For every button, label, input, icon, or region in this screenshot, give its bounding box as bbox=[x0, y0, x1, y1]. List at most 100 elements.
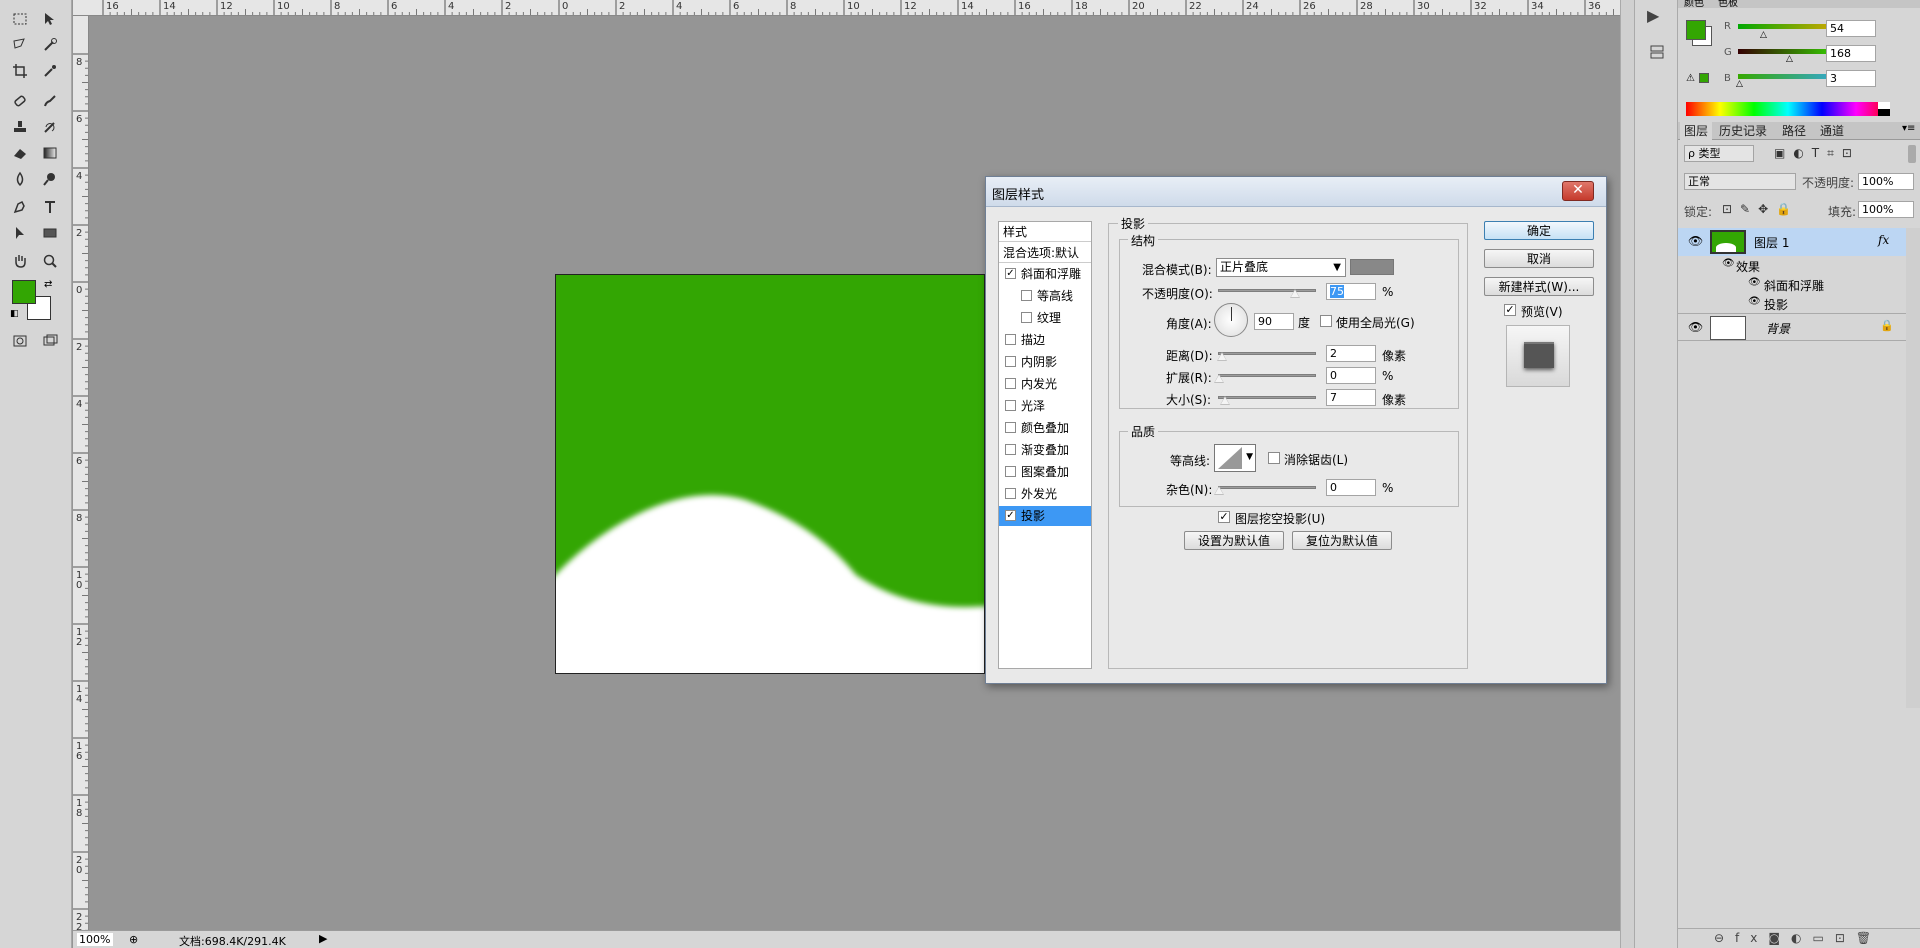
tab-color[interactable]: 颜色 bbox=[1684, 0, 1704, 9]
dialog-titlebar[interactable]: 图层样式 ✕ bbox=[986, 177, 1606, 207]
close-icon[interactable]: ✕ bbox=[1562, 181, 1594, 201]
effects-eye-icon[interactable]: 👁 bbox=[1722, 258, 1735, 269]
tab-paths[interactable]: 路径 bbox=[1778, 122, 1810, 140]
blend-options-default[interactable]: 混合选项:默认 bbox=[999, 243, 1091, 263]
color-spectrum[interactable] bbox=[1686, 102, 1890, 116]
style-item-checkbox[interactable] bbox=[1005, 400, 1016, 411]
layer-1-name[interactable]: 图层 1 bbox=[1754, 234, 1789, 251]
style-item[interactable]: ✓ 斜面和浮雕 bbox=[999, 264, 1091, 284]
path-select-icon[interactable] bbox=[8, 222, 32, 244]
size-slider[interactable] bbox=[1218, 396, 1316, 399]
style-item[interactable]: 渐变叠加 bbox=[999, 440, 1091, 460]
distance-thumb[interactable] bbox=[1217, 352, 1227, 361]
global-light-checkbox[interactable] bbox=[1320, 315, 1332, 327]
distance-input[interactable]: 2 bbox=[1326, 345, 1376, 362]
shadow-color-swatch[interactable] bbox=[1350, 259, 1394, 275]
noise-thumb[interactable] bbox=[1214, 486, 1224, 495]
preview-checkbox[interactable]: ✓ bbox=[1504, 304, 1516, 316]
history-brush-icon[interactable] bbox=[38, 116, 62, 138]
style-item[interactable]: 颜色叠加 bbox=[999, 418, 1091, 438]
layers-scrollbar[interactable] bbox=[1906, 228, 1920, 708]
brush-tool-icon[interactable] bbox=[38, 90, 62, 112]
pen-tool-icon[interactable] bbox=[8, 196, 32, 218]
set-default-button[interactable]: 设置为默认值 bbox=[1184, 531, 1284, 550]
swap-colors-icon[interactable]: ⇄ bbox=[44, 279, 52, 290]
status-arrow-icon[interactable]: ▶ bbox=[319, 932, 327, 945]
cancel-button[interactable]: 取消 bbox=[1484, 249, 1594, 268]
tab-layers[interactable]: 图层 bbox=[1680, 122, 1713, 140]
noise-input[interactable]: 0 bbox=[1326, 479, 1376, 496]
blend-mode-select[interactable]: 正常 bbox=[1684, 173, 1796, 190]
dodge-tool-icon[interactable] bbox=[38, 168, 62, 190]
global-light-label[interactable]: 使用全局光(G) bbox=[1336, 314, 1415, 331]
lock-icons[interactable]: ⊡✎✥🔒 bbox=[1722, 202, 1799, 216]
contour-picker[interactable]: ▼ bbox=[1214, 444, 1256, 472]
layer-row-background[interactable]: 👁 背景 🔒 bbox=[1678, 313, 1906, 341]
styles-header[interactable]: 样式 bbox=[999, 222, 1091, 242]
gradient-tool-icon[interactable] bbox=[38, 142, 62, 164]
document-canvas[interactable] bbox=[555, 274, 985, 674]
layer-opacity-input[interactable]: 100% bbox=[1858, 173, 1914, 190]
knockout-label[interactable]: 图层挖空投影(U) bbox=[1235, 510, 1325, 527]
layers-bottom-bar[interactable]: ⊖fx◙◐▭⊡🗑 bbox=[1678, 928, 1920, 948]
style-item-checkbox[interactable] bbox=[1021, 290, 1032, 301]
visibility-eye-icon[interactable]: 👁 bbox=[1688, 234, 1703, 248]
size-input[interactable]: 7 bbox=[1326, 389, 1376, 406]
style-item-checkbox[interactable] bbox=[1005, 334, 1016, 345]
ok-button[interactable]: 确定 bbox=[1484, 221, 1594, 240]
panel-menu-icon[interactable]: ▾≡ bbox=[1902, 123, 1915, 134]
clone-stamp-icon[interactable] bbox=[8, 116, 32, 138]
style-item-checkbox[interactable]: ✓ bbox=[1005, 268, 1016, 279]
tab-history[interactable]: 历史记录 bbox=[1715, 122, 1771, 140]
foreground-color-swatch-front[interactable] bbox=[12, 280, 36, 304]
type-tool-icon[interactable] bbox=[38, 196, 62, 218]
style-item-checkbox[interactable] bbox=[1005, 422, 1016, 433]
blur-tool-icon[interactable] bbox=[8, 168, 32, 190]
spread-input[interactable]: 0 bbox=[1326, 367, 1376, 384]
effect1-eye-icon[interactable]: 👁 bbox=[1748, 277, 1761, 288]
bg-visibility-eye-icon[interactable]: 👁 bbox=[1688, 320, 1703, 334]
warning-icon[interactable]: ⚠ bbox=[1686, 73, 1695, 84]
antialias-checkbox[interactable] bbox=[1268, 452, 1280, 464]
eraser-tool-icon[interactable] bbox=[8, 142, 32, 164]
style-item[interactable]: 图案叠加 bbox=[999, 462, 1091, 482]
screen-mode-icon[interactable] bbox=[38, 330, 62, 352]
hand-tool-icon[interactable] bbox=[8, 250, 32, 272]
tool-presets-icon[interactable] bbox=[1649, 44, 1665, 60]
shadow-blend-select[interactable]: 正片叠底 ▼ bbox=[1216, 258, 1346, 277]
background-layer-name[interactable]: 背景 bbox=[1766, 320, 1790, 337]
preview-label[interactable]: 预览(V) bbox=[1521, 303, 1563, 320]
size-thumb[interactable] bbox=[1220, 396, 1230, 405]
rectangle-tool-icon[interactable] bbox=[38, 222, 62, 244]
lasso-tool-icon[interactable] bbox=[8, 34, 32, 56]
style-item[interactable]: ✓ 投影 bbox=[999, 506, 1091, 526]
magic-wand-icon[interactable] bbox=[38, 34, 62, 56]
zoom-level[interactable]: 100% bbox=[77, 933, 113, 946]
style-item[interactable]: 外发光 bbox=[999, 484, 1091, 504]
opacity-slider[interactable] bbox=[1218, 289, 1316, 292]
healing-brush-icon[interactable] bbox=[8, 90, 32, 112]
opacity-input[interactable]: 75 bbox=[1326, 283, 1376, 300]
g-input[interactable]: 168 bbox=[1826, 45, 1876, 62]
marquee-tool-icon[interactable] bbox=[8, 8, 32, 30]
crop-tool-icon[interactable] bbox=[8, 60, 32, 82]
style-item-checkbox[interactable] bbox=[1005, 488, 1016, 499]
style-item-checkbox[interactable] bbox=[1005, 356, 1016, 367]
zoom-tool-icon[interactable] bbox=[38, 250, 62, 272]
eyedropper-icon[interactable] bbox=[38, 60, 62, 82]
effect-bevel-label[interactable]: 斜面和浮雕 bbox=[1764, 277, 1824, 294]
style-item[interactable]: 内发光 bbox=[999, 374, 1091, 394]
spread-thumb[interactable] bbox=[1214, 374, 1224, 383]
opacity-thumb[interactable] bbox=[1290, 289, 1300, 298]
style-item-checkbox[interactable] bbox=[1005, 466, 1016, 477]
default-colors-icon[interactable]: ◧ bbox=[10, 309, 19, 319]
tab-channels[interactable]: 通道 bbox=[1816, 122, 1848, 140]
effect2-eye-icon[interactable]: 👁 bbox=[1748, 296, 1761, 307]
style-item-checkbox[interactable]: ✓ bbox=[1005, 510, 1016, 521]
new-style-button[interactable]: 新建样式(W)... bbox=[1484, 277, 1594, 296]
websafe-swatch[interactable] bbox=[1699, 73, 1709, 83]
effect-shadow-label[interactable]: 投影 bbox=[1764, 296, 1788, 313]
style-item[interactable]: 内阴影 bbox=[999, 352, 1091, 372]
move-tool-icon[interactable] bbox=[38, 8, 62, 30]
reset-default-button[interactable]: 复位为默认值 bbox=[1292, 531, 1392, 550]
